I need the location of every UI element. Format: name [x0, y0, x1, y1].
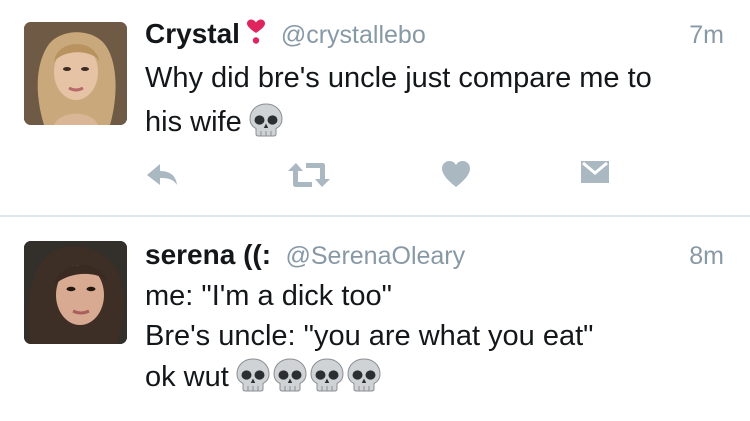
skull-emoji	[272, 358, 308, 392]
tweet-line: me: "I'm a dick too"	[145, 280, 392, 312]
heavy-heart-exclamation-icon	[246, 19, 266, 45]
retweet-icon[interactable]	[287, 160, 331, 195]
tweet-header: serena ((: @SerenaOleary 8m	[145, 239, 724, 275]
tweet[interactable]: Crystal @crystallebo 7m Why did bre's un…	[0, 0, 750, 215]
skull-emoji	[248, 103, 284, 137]
reply-icon[interactable]	[145, 160, 179, 195]
tweet-header: Crystal @crystallebo 7m	[145, 18, 724, 54]
timestamp[interactable]: 7m	[689, 21, 724, 50]
tweet-actions	[145, 160, 625, 200]
tweet-line-with-emoji: ok wut	[145, 357, 720, 397]
display-name[interactable]: Crystal	[145, 18, 240, 49]
direct-message-icon[interactable]	[580, 160, 610, 189]
tweet-line-with-emoji: his wife	[145, 100, 720, 144]
user-handle[interactable]: @SerenaOleary	[286, 242, 466, 270]
like-icon[interactable]	[441, 160, 471, 193]
timestamp[interactable]: 8m	[689, 242, 724, 271]
tweet-text: me: "I'm a dick too" Bre's uncle: "you a…	[145, 276, 720, 397]
skull-emoji	[235, 358, 271, 392]
avatar[interactable]	[24, 22, 127, 125]
skull-emoji	[346, 358, 382, 392]
tweet-line: his wife	[145, 106, 242, 139]
tweet-line: Bre's uncle: "you are what you eat"	[145, 320, 594, 353]
tweet[interactable]: serena ((: @SerenaOleary 8m me: "I'm a d…	[0, 217, 750, 421]
user-handle[interactable]: @crystallebo	[281, 21, 426, 49]
tweet-line: ok wut	[145, 360, 229, 393]
avatar[interactable]	[24, 241, 127, 344]
tweet-line: Why did bre's uncle just compare me to	[145, 62, 652, 94]
display-name[interactable]: serena ((:	[145, 239, 271, 270]
tweet-text: Why did bre's uncle just compare me to h…	[145, 56, 720, 144]
skull-emoji	[309, 358, 345, 392]
